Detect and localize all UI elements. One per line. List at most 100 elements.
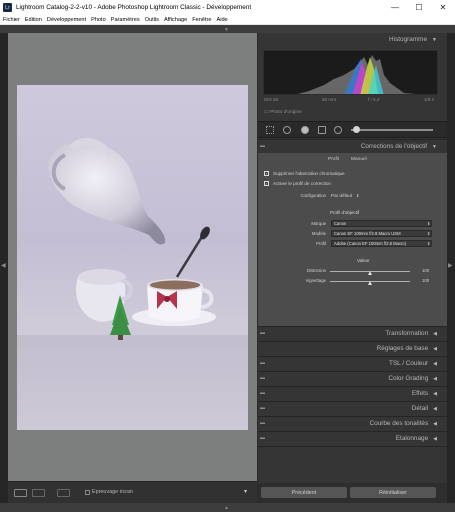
profile-label: Profil bbox=[316, 241, 326, 246]
collapse-arrow-icon[interactable]: ▼ bbox=[432, 37, 437, 43]
previous-button[interactable]: Précédent bbox=[261, 487, 347, 498]
panel-title-basic: Réglages de base bbox=[376, 345, 429, 352]
enable-profile-correction-label: Activer le profil de correction bbox=[273, 181, 331, 186]
amount-section-title: Valeur bbox=[357, 258, 370, 263]
profile-select[interactable]: Adobe (Canon EF 100mm f/2.8 Macro) bbox=[331, 240, 432, 247]
expand-arrow-icon[interactable]: ◀ bbox=[433, 421, 437, 427]
collapse-arrow-icon[interactable]: ▼ bbox=[432, 144, 437, 150]
reset-button[interactable]: Réinitialiser bbox=[350, 487, 436, 498]
photo-illustration bbox=[17, 137, 248, 430]
right-panel-toggle-strip[interactable] bbox=[447, 33, 455, 505]
panel-title-transformation: Transformation bbox=[385, 330, 429, 337]
configuration-dropdown-icon[interactable]: ⬍ bbox=[356, 193, 359, 198]
histogram-panel-header[interactable]: Histogramme ▼ bbox=[258, 33, 441, 46]
minimize-button[interactable]: — bbox=[383, 0, 407, 15]
expand-arrow-icon[interactable]: ◀ bbox=[433, 376, 437, 382]
menu-photo[interactable]: Photo bbox=[91, 17, 106, 23]
menu-edition[interactable]: Edition bbox=[25, 17, 42, 23]
panel-toggle-icon[interactable]: ▬ bbox=[260, 390, 265, 396]
tab-profile[interactable]: Profil bbox=[328, 157, 339, 162]
lens-corrections-title: Corrections de l'objectif bbox=[360, 143, 428, 150]
panel-header-transformation[interactable]: Transformation ◀ bbox=[258, 327, 441, 340]
vignetting-slider-knob[interactable] bbox=[368, 281, 372, 285]
expand-arrow-icon[interactable]: ◀ bbox=[433, 331, 437, 337]
vignetting-value[interactable]: 100 bbox=[422, 278, 429, 283]
histogram-shutter: 1/8 s bbox=[424, 97, 434, 102]
model-dropdown-icon[interactable]: ⬍ bbox=[427, 231, 430, 236]
window-title: Lightroom Catalog-2-2-v10 - Adobe Photos… bbox=[16, 4, 252, 11]
make-dropdown-icon[interactable]: ⬍ bbox=[427, 221, 430, 226]
remove-chromatic-aberration-checkbox[interactable]: ✓ bbox=[264, 171, 269, 176]
panel-toggle-icon[interactable]: ▬ bbox=[260, 435, 265, 441]
panel-header-color-grading[interactable]: Color Grading ◀ bbox=[258, 372, 441, 385]
expand-arrow-icon[interactable]: ◀ bbox=[433, 391, 437, 397]
close-button[interactable]: ✕ bbox=[431, 0, 455, 15]
graduated-filter-icon[interactable] bbox=[318, 126, 326, 134]
enable-profile-correction-checkbox[interactable]: ✓ bbox=[264, 181, 269, 186]
left-panel-toggle-strip[interactable] bbox=[0, 33, 8, 505]
vignetting-label: Vignettage bbox=[305, 278, 326, 283]
soft-proof-checkbox[interactable] bbox=[85, 490, 90, 495]
histogram-graph[interactable] bbox=[263, 50, 438, 95]
red-eye-tool-icon[interactable] bbox=[301, 126, 309, 134]
panel-toggle-icon[interactable]: ▬ bbox=[260, 420, 265, 426]
expand-arrow-icon[interactable]: ◀ bbox=[433, 406, 437, 412]
expand-arrow-icon[interactable]: ◀ bbox=[433, 346, 437, 352]
left-panel-arrow-icon[interactable]: ◀ bbox=[1, 262, 6, 269]
configuration-label: Configuration bbox=[300, 193, 326, 198]
panel-title-detail: Détail bbox=[411, 405, 429, 412]
panel-title-color-grading: Color Grading bbox=[388, 375, 429, 382]
menu-outils[interactable]: Outils bbox=[145, 17, 159, 23]
menu-developpement[interactable]: Développement bbox=[47, 17, 86, 23]
lens-profile-section-title: Profil d'objectif bbox=[330, 210, 360, 215]
photo-preview[interactable] bbox=[17, 85, 248, 430]
panel-toggle-icon[interactable]: ▬ bbox=[260, 375, 265, 381]
panel-toggle-icon[interactable]: ▬ bbox=[260, 330, 265, 336]
distortion-slider-knob[interactable] bbox=[368, 271, 372, 275]
brush-size-slider-knob[interactable] bbox=[353, 126, 360, 133]
menu-bar: Fichier Edition Développement Photo Para… bbox=[0, 15, 455, 25]
profile-dropdown-icon[interactable]: ⬍ bbox=[427, 241, 430, 246]
original-photo-label: ▭ Photo d'origine bbox=[264, 110, 302, 115]
make-label: Marque bbox=[311, 221, 326, 226]
histogram-aperture: f / 6,3 bbox=[368, 97, 380, 102]
expand-arrow-icon[interactable]: ◀ bbox=[433, 361, 437, 367]
distortion-value[interactable]: 100 bbox=[422, 268, 429, 273]
panel-header-hsl[interactable]: TSL / Couleur ◀ bbox=[258, 357, 441, 370]
panel-toggle-icon[interactable]: ▬ bbox=[260, 143, 265, 149]
brush-size-slider[interactable] bbox=[351, 129, 433, 131]
menu-parametres[interactable]: Paramètres bbox=[111, 17, 140, 23]
menu-fichier[interactable]: Fichier bbox=[3, 17, 20, 23]
filmstrip-arrow-icon[interactable]: ▲ bbox=[224, 505, 229, 511]
panel-toggle-icon[interactable]: ▬ bbox=[260, 405, 265, 411]
yy-compare-icon[interactable] bbox=[57, 489, 70, 497]
panel-header-tone-curve[interactable]: Courbe des tonalités ◀ bbox=[258, 417, 441, 430]
panel-header-detail[interactable]: Détail ◀ bbox=[258, 402, 441, 415]
panel-header-calibration[interactable]: Etalonnage ◀ bbox=[258, 432, 441, 445]
histogram-title: Histogramme bbox=[389, 36, 428, 43]
panel-title-tone-curve: Courbe des tonalités bbox=[369, 420, 429, 427]
lens-corrections-panel-header[interactable]: Corrections de l'objectif ▼ bbox=[258, 140, 441, 153]
crop-tool-icon[interactable] bbox=[266, 126, 274, 134]
configuration-value[interactable]: Par défaut bbox=[331, 193, 352, 198]
menu-aide[interactable]: Aide bbox=[216, 17, 227, 23]
right-panel-arrow-icon[interactable]: ▶ bbox=[448, 262, 453, 269]
window-titlebar: Lr Lightroom Catalog-2-2-v10 - Adobe Pho… bbox=[0, 0, 455, 15]
histogram-focal: 50 mm bbox=[322, 97, 337, 102]
model-select[interactable]: Canon EF 100mm f/2.8 Macro USM bbox=[331, 230, 432, 237]
toolbar-options-dropdown-icon[interactable]: ▾ bbox=[244, 488, 247, 495]
make-select[interactable]: Canon bbox=[331, 220, 432, 227]
expand-arrow-icon[interactable]: ◀ bbox=[433, 436, 437, 442]
panel-header-effects[interactable]: Effets ◀ bbox=[258, 387, 441, 400]
menu-affichage[interactable]: Affichage bbox=[164, 17, 187, 23]
tab-manual[interactable]: Manuel bbox=[351, 157, 367, 162]
loupe-view-icon[interactable] bbox=[14, 489, 27, 497]
healing-tool-icon[interactable] bbox=[283, 126, 291, 134]
panel-title-calibration: Etalonnage bbox=[395, 435, 429, 442]
maximize-button[interactable]: ☐ bbox=[407, 0, 431, 15]
menu-fenetre[interactable]: Fenêtre bbox=[192, 17, 211, 23]
before-after-view-icon[interactable] bbox=[32, 489, 45, 497]
radial-filter-icon[interactable] bbox=[334, 126, 342, 134]
panel-header-basic[interactable]: Réglages de base ◀ bbox=[258, 342, 441, 355]
panel-toggle-icon[interactable]: ▬ bbox=[260, 360, 265, 366]
